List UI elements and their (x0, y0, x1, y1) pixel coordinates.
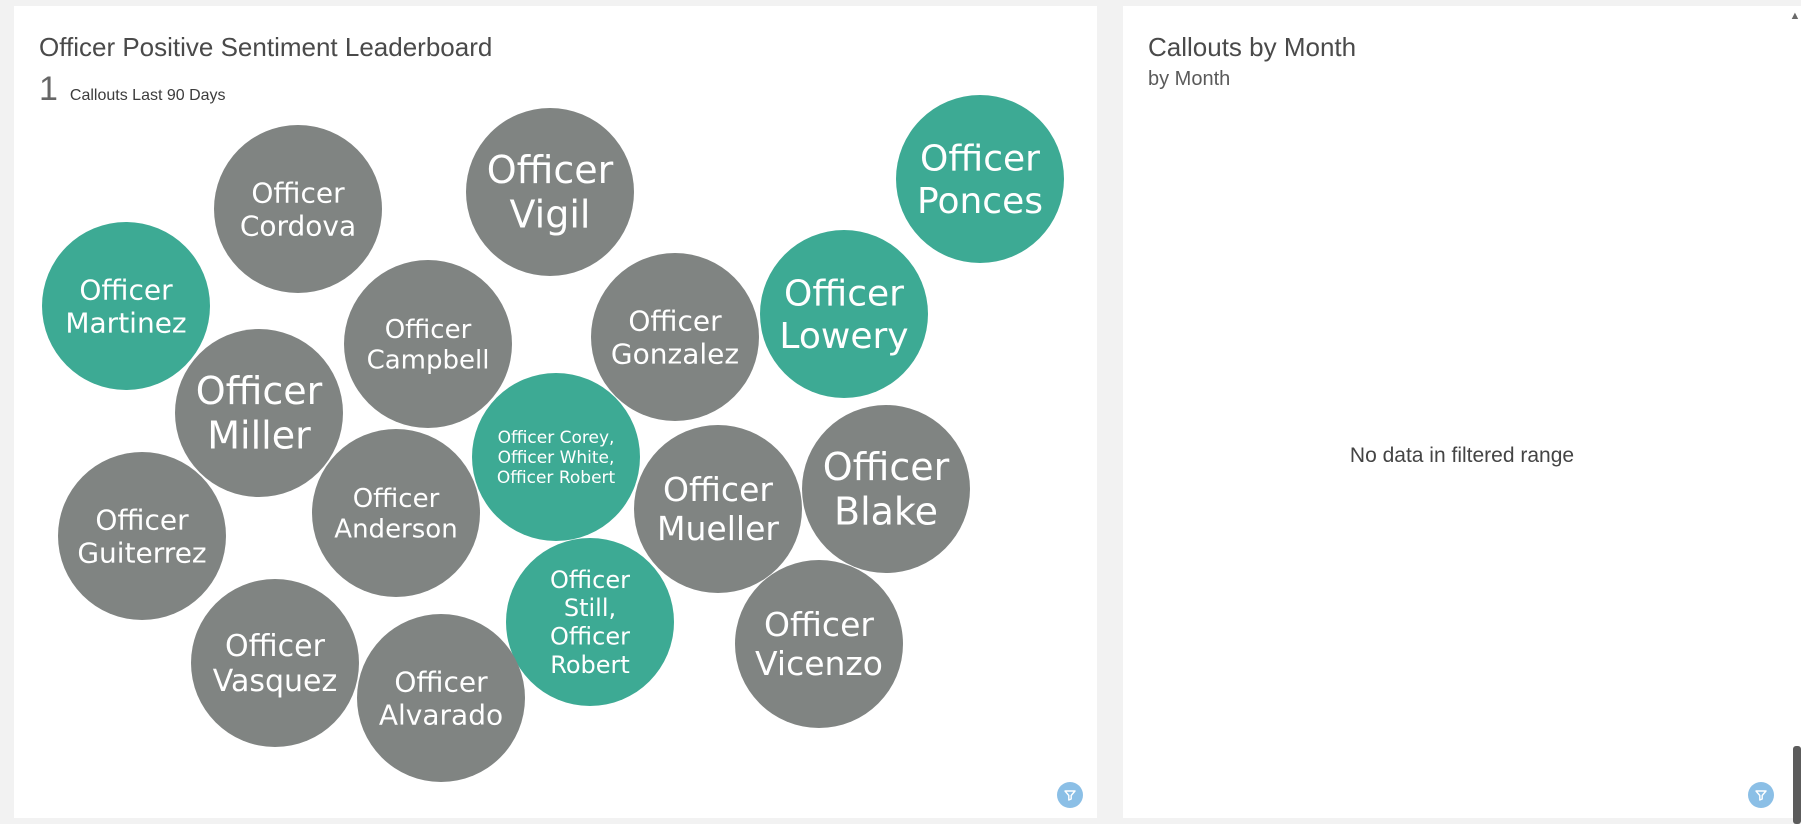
officer-bubble[interactable]: Officer Corey,Officer White,Officer Robe… (472, 373, 640, 541)
bubble-label: Officer (353, 484, 440, 514)
officer-bubble[interactable]: OfficerVicenzo (735, 560, 903, 728)
officer-bubble[interactable]: OfficerGonzalez (591, 253, 759, 421)
officer-bubble[interactable]: OfficerMartinez (42, 222, 210, 390)
leaderboard-panel: Officer Cordova Officer Vigil Officer Ponces O… (14, 6, 1097, 818)
bubble-label: Gonzalez (611, 337, 739, 370)
officer-bubble[interactable]: OfficerCampbell (344, 260, 512, 428)
bubble-label: Officer (764, 605, 874, 644)
bubble-label: Officer (385, 315, 472, 345)
bubble-label: Officer (225, 629, 326, 664)
officer-bubble[interactable]: OfficerMueller (634, 425, 802, 593)
bubble-label: Miller (207, 414, 311, 458)
empty-state-message: No data in filtered range (1349, 444, 1575, 467)
bubble-label: Officer White, (498, 448, 615, 468)
bubble-label: Ponces (917, 181, 1043, 222)
bubble-label: Officer Corey, (498, 428, 615, 448)
kpi-value: 1 (39, 70, 58, 108)
bubble-label: Alvarado (379, 698, 503, 731)
bubble-label: Officer (487, 148, 614, 192)
officer-bubble[interactable]: OfficerMiller (175, 329, 343, 497)
bubble-label: Officer (79, 273, 173, 306)
bubble-label: Vicenzo (755, 644, 883, 683)
callouts-subtitle: by Month (1148, 68, 1231, 90)
bubble-label: Officer (394, 665, 488, 698)
callouts-filter-button[interactable] (1748, 782, 1774, 808)
filter-icon (1755, 790, 1767, 801)
kpi: 1 Callouts Last 90 Days (39, 70, 226, 109)
scrollbar-thumb[interactable] (1793, 746, 1801, 824)
leaderboard-filter-button[interactable] (1057, 782, 1083, 808)
bubble-label: Mueller (657, 509, 779, 548)
scroll-up-icon[interactable]: ▲ (1789, 10, 1801, 22)
bubble-label: Officer Robert (497, 468, 616, 488)
bubble-label: Officer (920, 138, 1040, 179)
bubble-label: Martinez (65, 306, 186, 339)
bubble-label: Officer (663, 470, 773, 509)
bubble-label: Guiterrez (77, 536, 206, 569)
bubble-label: Robert (550, 651, 630, 679)
bubble-chart: OfficerCordovaOfficerVigilOfficerPoncesO… (42, 95, 1064, 782)
officer-bubble[interactable]: OfficerGuiterrez (58, 452, 226, 620)
officer-bubble[interactable]: OfficerAnderson (312, 429, 480, 597)
officer-bubble[interactable]: OfficerPonces (896, 95, 1064, 263)
bubble-label: Vigil (510, 193, 591, 237)
bubble-label: Campbell (367, 345, 490, 375)
bubble-label: Officer (196, 369, 323, 413)
officer-bubble[interactable]: OfficerVigil (466, 108, 634, 276)
bubble-label: Still, (564, 594, 616, 622)
bubble-label: Officer (784, 273, 904, 314)
officer-bubble[interactable]: OfficerVasquez (191, 579, 359, 747)
kpi-label: Callouts Last 90 Days (69, 87, 226, 104)
officer-bubble[interactable]: OfficerLowery (760, 230, 928, 398)
officer-bubble[interactable]: OfficerAlvarado (357, 614, 525, 782)
officer-bubble[interactable]: OfficerCordova (214, 125, 382, 293)
bubble-label: Anderson (334, 514, 457, 544)
bubble-label: Officer (95, 503, 189, 536)
officer-bubble[interactable]: OfficerBlake (802, 405, 970, 573)
bubble-label: Officer (628, 304, 722, 337)
officer-bubble[interactable]: OfficerStill,OfficerRobert (506, 538, 674, 706)
bubble-label: Vasquez (213, 664, 337, 699)
callouts-title: Callouts by Month (1148, 32, 1357, 62)
bubble-label: Officer (550, 566, 630, 594)
bubble-label: Cordova (240, 209, 356, 242)
bubble-label: Lowery (779, 316, 908, 357)
bubble-label: Officer (251, 176, 345, 209)
bubble-label: Officer (823, 445, 950, 489)
callouts-panel: Callouts by Month by Month No data in fi… (1123, 6, 1801, 824)
leaderboard-title: Officer Positive Sentiment Leaderboard (39, 32, 493, 62)
bubble-label: Blake (834, 490, 938, 534)
bubble-label: Officer (550, 623, 630, 651)
filter-icon (1064, 790, 1076, 801)
